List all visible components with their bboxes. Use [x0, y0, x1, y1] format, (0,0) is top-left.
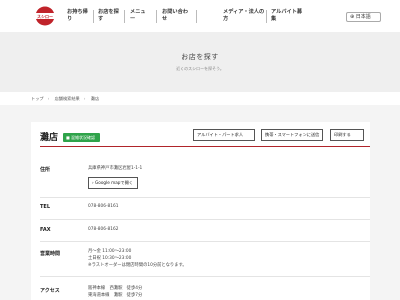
- page-subtitle: 近くのスシローを探そう。: [176, 66, 224, 71]
- store-panel: [31, 122, 370, 300]
- row-divider: [40, 276, 370, 277]
- google-map-button[interactable]: › Google mapで開く: [88, 177, 138, 189]
- hours-value: 月～金 11:00～23:00 土日祝 10:30～23:00 ※ラストオーダー…: [88, 249, 187, 268]
- sushiro-logo[interactable]: スシロー: [31, 6, 59, 26]
- hero-banner: [0, 32, 400, 92]
- store-name: 灘店: [40, 133, 59, 143]
- nav-divider: [266, 10, 267, 23]
- row-divider: [40, 219, 370, 220]
- nav-divider: [93, 10, 94, 23]
- language-select[interactable]: ⊕ 日本語: [346, 12, 381, 22]
- hours-label: 営業時間: [40, 251, 61, 257]
- nav-divider: [156, 10, 157, 23]
- nav-media[interactable]: メディア・法人の 方: [223, 9, 264, 23]
- tel-value[interactable]: 078-806-8161: [88, 203, 118, 210]
- nav-menu[interactable]: メニュ ー: [130, 9, 146, 23]
- breadcrumb: トップ › 店舗検索結果 › 灘店: [31, 96, 103, 102]
- nav-divider: [196, 10, 197, 23]
- nav-divider: [124, 10, 125, 23]
- access-value: 阪神本線 西灘駅 徒歩4分 東海道本線 灘駅 徒歩7分: [88, 286, 143, 298]
- chevron-right-icon: ›: [92, 180, 94, 185]
- site-header: スシロー お持ち帰 り お店を探 す メニュ ー お問い合わ せ メディア・法人…: [0, 0, 400, 32]
- breadcrumb-current: 灘店: [90, 96, 100, 101]
- nav-store-search[interactable]: お店を探 す: [98, 9, 119, 23]
- nav-takeout[interactable]: お持ち帰 り: [67, 9, 88, 23]
- send-to-phone-button[interactable]: 携帯・スマートフォンに送信: [261, 129, 323, 141]
- fax-label: FAX: [40, 227, 51, 233]
- language-label: 日本語: [355, 14, 371, 20]
- logo-text: スシロー: [37, 14, 53, 19]
- globe-icon: ⊕: [350, 14, 355, 20]
- row-divider: [40, 197, 370, 198]
- breadcrumb-sep-icon: ›: [83, 96, 86, 101]
- title-divider: [40, 146, 370, 147]
- address-value: 兵庫県神戸市灘区岩屋1-1-1: [88, 166, 143, 171]
- breadcrumb-sep-icon: ›: [47, 96, 50, 101]
- breadcrumb-results[interactable]: 店舗検索結果: [55, 96, 80, 101]
- congestion-badge[interactable]: ■ 混雑状況確認: [63, 133, 100, 142]
- access-label: アクセス: [40, 288, 60, 294]
- recruit-button[interactable]: アルバイト・パート求人: [193, 129, 255, 141]
- address-label: 住所: [40, 167, 51, 173]
- row-divider: [40, 241, 370, 242]
- fax-value: 078-806-8162: [88, 227, 119, 232]
- nav-recruit[interactable]: アルバイト募 集: [271, 9, 302, 23]
- tel-label: TEL: [40, 204, 51, 210]
- breadcrumb-top[interactable]: トップ: [31, 96, 44, 101]
- page-title: お店を探す: [181, 53, 219, 61]
- nav-contact[interactable]: お問い合わ せ: [162, 9, 188, 23]
- print-button[interactable]: 印刷する: [330, 129, 364, 141]
